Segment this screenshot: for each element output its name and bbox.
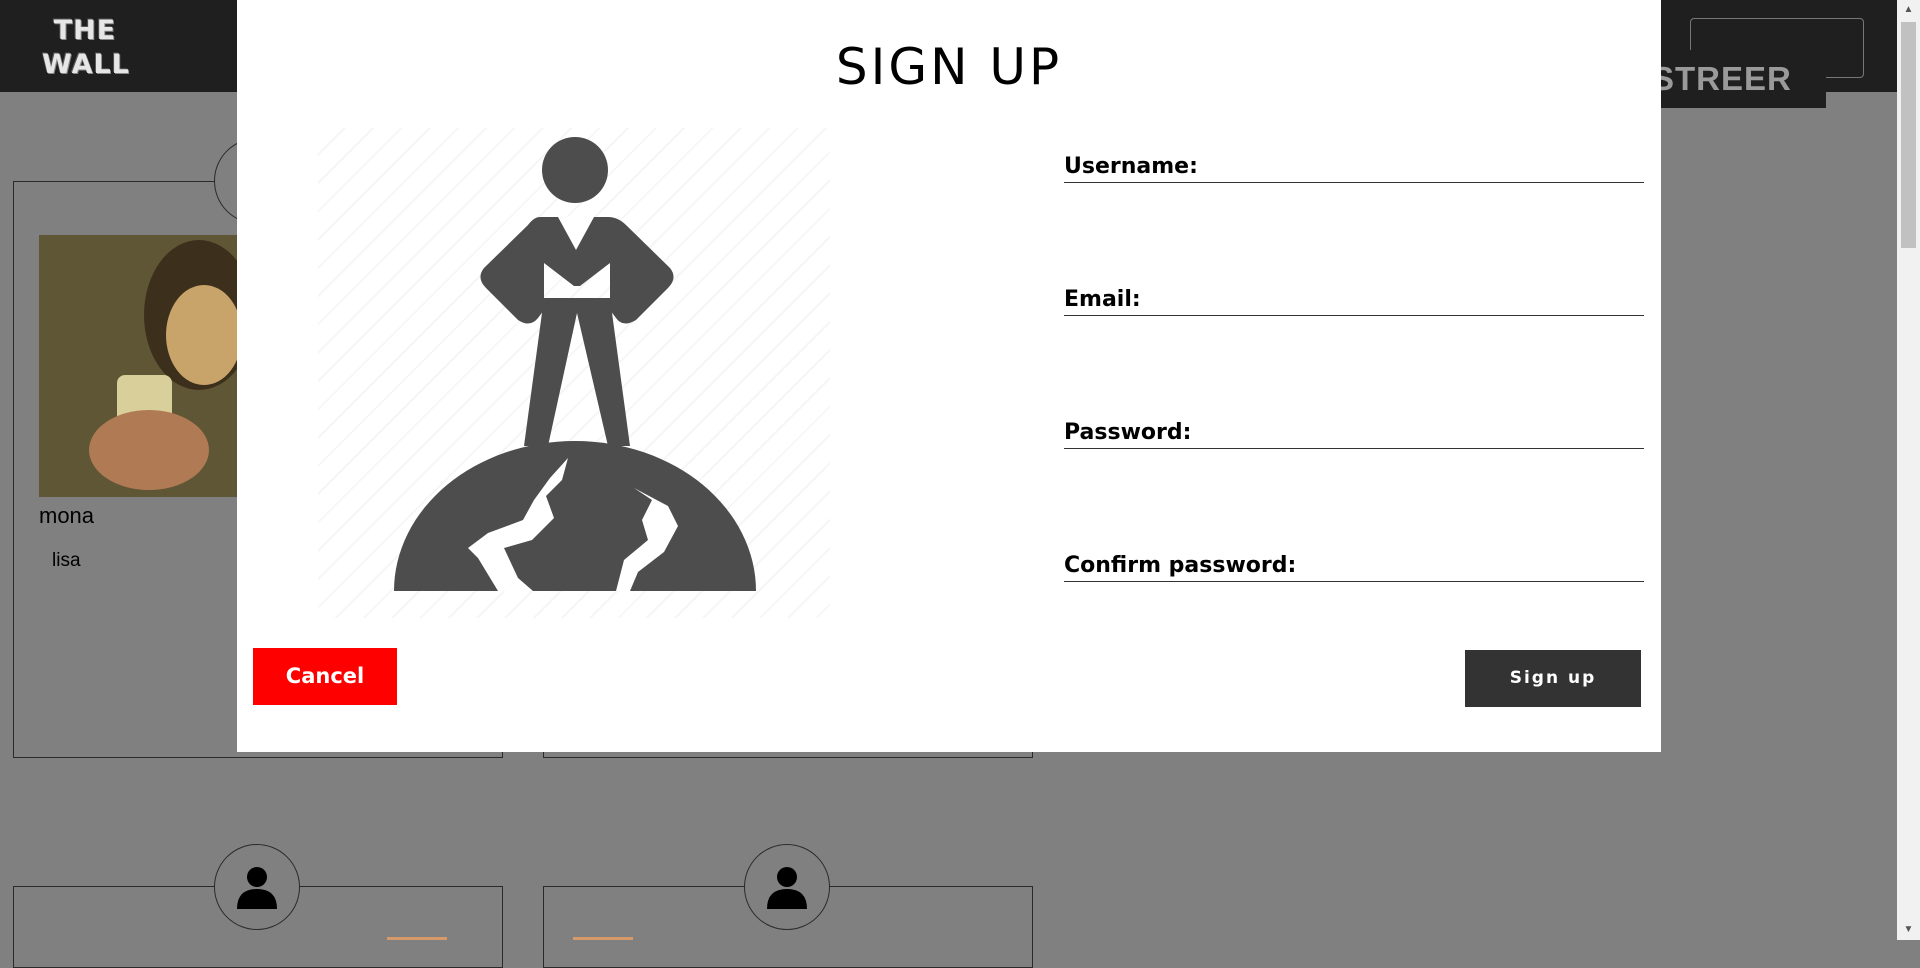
avatar (214, 844, 300, 930)
password-field[interactable]: Password: (1064, 407, 1644, 449)
email-input[interactable] (1064, 274, 1644, 315)
card-name: mona (39, 503, 95, 528)
scrollbar-thumb[interactable] (1901, 22, 1916, 248)
username-field[interactable]: Username: (1064, 141, 1644, 183)
site-logo[interactable]: THE WALL (42, 14, 130, 86)
cancel-button[interactable]: Cancel (253, 648, 397, 705)
scroll-down-arrow-icon[interactable]: ▼ (1897, 920, 1920, 940)
hero-image (318, 128, 830, 618)
signup-modal: SIGN UP Username: Email: Password: Confi… (237, 0, 1661, 752)
user-icon (767, 867, 807, 909)
signup-button[interactable]: Sign up (1465, 650, 1641, 707)
person-on-globe-icon (394, 137, 756, 591)
password-input[interactable] (1064, 407, 1644, 448)
avatar (744, 844, 830, 930)
username-input[interactable] (1064, 141, 1644, 182)
logo-line-2: WALL (42, 49, 130, 80)
email-field[interactable]: Email: (1064, 274, 1644, 316)
confirm-password-field[interactable]: Confirm password: (1064, 540, 1644, 582)
user-icon (237, 867, 277, 909)
card-subtitle: lisa (52, 550, 81, 571)
logo-line-1: THE (53, 15, 117, 46)
vertical-scrollbar[interactable]: ▲ ▼ (1897, 0, 1920, 940)
modal-title: SIGN UP (835, 38, 1063, 96)
confirm-password-input[interactable] (1064, 540, 1644, 581)
card-photo (39, 235, 247, 497)
scroll-up-arrow-icon[interactable]: ▲ (1897, 0, 1920, 20)
